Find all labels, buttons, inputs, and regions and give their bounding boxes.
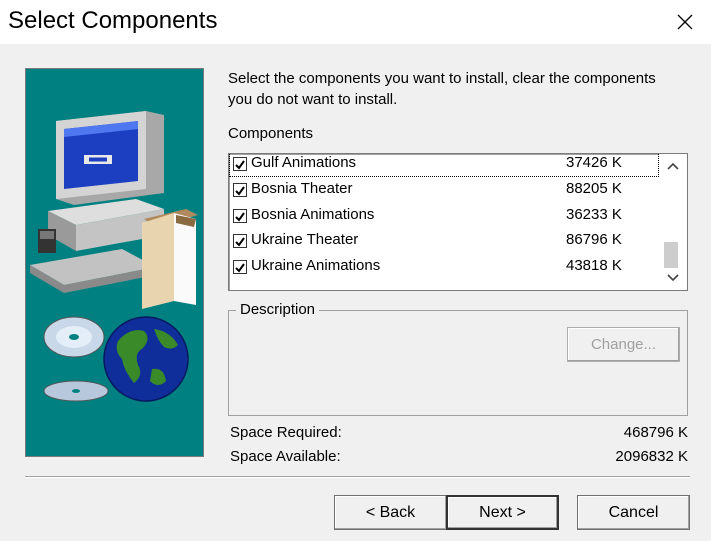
scroll-down-button[interactable] [659, 266, 687, 290]
component-size: 36233 K [566, 206, 622, 223]
component-size: 88205 K [566, 180, 622, 197]
component-name: Bosnia Theater [251, 180, 353, 197]
checkmark-icon [235, 212, 245, 222]
back-button[interactable]: < Back [334, 495, 447, 530]
title-bar[interactable]: Select Components [0, 0, 711, 44]
list-item-gulf-animations[interactable]: Gulf Animations 37426 K [229, 154, 659, 177]
components-list[interactable]: Gulf Animations 37426 K Bosnia Theater 8… [228, 153, 688, 291]
checkmark-icon [235, 160, 245, 170]
description-label: Description [236, 301, 320, 318]
setup-dialog: Select Components Select the components … [0, 0, 711, 541]
chevron-up-icon [667, 162, 679, 170]
close-button[interactable] [659, 0, 711, 44]
space-required-label: Space Required: [230, 424, 342, 441]
instruction-line-2: you do not want to install. [228, 91, 398, 108]
cancel-button[interactable]: Cancel [577, 495, 690, 530]
component-name: Gulf Animations [251, 154, 357, 171]
component-name: Bosnia Animations [251, 206, 375, 223]
component-name: Ukraine Theater [251, 231, 359, 248]
chevron-down-icon [667, 274, 679, 282]
scroll-up-button[interactable] [659, 154, 687, 178]
close-icon [677, 14, 693, 30]
computer-and-globe-illustration [30, 111, 198, 402]
button-separator [25, 476, 690, 478]
gulf-animations-checkbox[interactable] [233, 157, 247, 171]
next-button[interactable]: Next > [446, 495, 559, 530]
space-available-value: 2096832 K [615, 448, 688, 465]
checkmark-icon [235, 237, 245, 247]
components-scrollbar[interactable] [659, 154, 687, 290]
component-size: 37426 K [566, 154, 622, 171]
component-name: Ukraine Animations [251, 257, 381, 274]
components-label: Components [228, 125, 314, 142]
description-group [228, 310, 688, 416]
instruction-line-1: Select the components you want to instal… [228, 70, 656, 87]
list-item-bosnia-animations[interactable]: Bosnia Animations 36233 K [229, 204, 659, 229]
ukraine-animations-checkbox[interactable] [233, 260, 247, 274]
change-button[interactable]: Change... [567, 327, 680, 362]
checkmark-icon [235, 186, 245, 196]
checkmark-icon [235, 263, 245, 273]
space-required-value: 468796 K [623, 424, 688, 441]
list-item-bosnia-theater[interactable]: Bosnia Theater 88205 K [229, 178, 659, 203]
list-item-ukraine-theater[interactable]: Ukraine Theater 86796 K [229, 229, 659, 254]
scroll-thumb[interactable] [664, 242, 678, 268]
component-size: 86796 K [566, 231, 622, 248]
list-item-ukraine-animations[interactable]: Ukraine Animations 43818 K [229, 255, 659, 280]
component-size: 43818 K [566, 257, 622, 274]
ukraine-theater-checkbox[interactable] [233, 234, 247, 248]
space-available-label: Space Available: [230, 448, 341, 465]
bosnia-theater-checkbox[interactable] [233, 183, 247, 197]
window-title: Select Components [8, 7, 218, 34]
setup-illustration [25, 68, 204, 457]
bosnia-animations-checkbox[interactable] [233, 209, 247, 223]
